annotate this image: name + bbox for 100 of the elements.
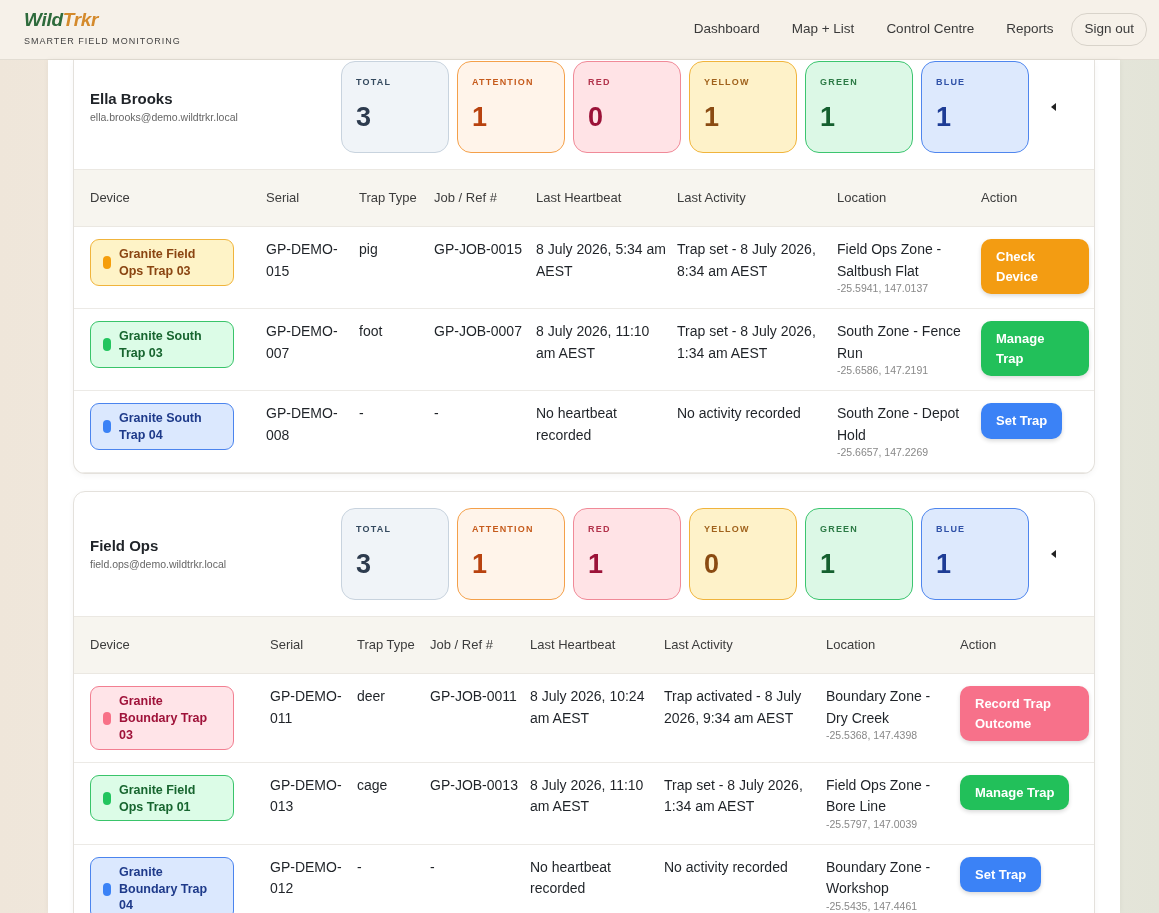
coordinates-text: -25.5435, 147.4461: [826, 900, 919, 913]
table-cell: GP-DEMO-015: [266, 226, 359, 309]
table-cell: Trap set - 8 July 2026, 1:34 am AEST: [664, 762, 826, 845]
stat-value: 1: [472, 550, 489, 578]
group-email: field.ops@demo.wildtrkr.local: [90, 557, 227, 573]
column-header: Device: [74, 616, 270, 674]
table-cell: No activity recorded: [677, 390, 837, 473]
table-cell: Trap set - 8 July 2026, 1:34 am AEST: [677, 308, 837, 391]
location-text: Boundary Zone - Dry Creek: [826, 687, 932, 728]
column-header: Action: [981, 169, 1094, 227]
table-cell: No activity recorded: [664, 844, 826, 913]
nav-link[interactable]: Control Centre: [870, 13, 991, 46]
stat-value: 3: [356, 103, 373, 131]
nav-link[interactable]: Reports: [990, 13, 1070, 46]
stat-label: RED: [588, 523, 612, 537]
table-cell: deer: [357, 673, 430, 763]
logo[interactable]: WildTrkr: [24, 10, 181, 30]
column-header: Last Activity: [677, 169, 837, 227]
device-tag[interactable]: Granite Field Ops Trap 01: [90, 774, 234, 822]
device-tag[interactable]: Granite Field Ops Trap 03: [90, 239, 234, 286]
table-cell: GP-JOB-0011: [430, 673, 530, 763]
nav-link[interactable]: Dashboard: [677, 13, 776, 46]
coordinates-text: -25.5797, 147.0039: [826, 818, 919, 832]
stat-value: 1: [588, 550, 605, 578]
stat-value: 1: [472, 103, 489, 131]
coordinates-text: -25.6586, 147.2191: [837, 364, 930, 379]
table-cell: -: [430, 844, 530, 913]
device-tag[interactable]: Granite Boundary Trap 03: [90, 686, 234, 750]
device-tag[interactable]: Granite South Trap 04: [90, 403, 234, 450]
group-name: Ella Brooks: [90, 88, 174, 109]
stat-value: 0: [588, 103, 605, 131]
action-button[interactable]: Set Trap: [960, 856, 1042, 893]
stat-value: 1: [820, 550, 837, 578]
group-name: Field Ops: [90, 535, 160, 556]
coordinates-text: -25.6657, 147.2269: [837, 446, 930, 461]
group-email: ella.brooks@demo.wildtrkr.local: [90, 110, 238, 126]
location-text: Field Ops Zone - Saltbush Flat: [837, 240, 943, 281]
table-cell: -: [434, 390, 536, 473]
coordinates-text: -25.5941, 147.0137: [837, 282, 930, 296]
table-cell: Trap activated - 8 July 2026, 9:34 am AEST: [664, 673, 826, 763]
table-cell: 8 July 2026, 11:10 am AEST: [530, 762, 664, 845]
stat-value: 1: [704, 103, 721, 131]
column-header: Location: [826, 616, 960, 674]
table-cell: 8 July 2026, 5:34 am AEST: [536, 226, 677, 309]
caret-icon[interactable]: [1051, 550, 1056, 559]
column-header: Job / Ref #: [434, 169, 536, 227]
device-tag[interactable]: Granite Boundary Trap 04: [90, 856, 234, 913]
column-header: Last Activity: [664, 616, 826, 674]
stat-label: BLUE: [936, 523, 967, 537]
column-header: Last Heartbeat: [530, 616, 664, 674]
stat-label: BLUE: [936, 76, 967, 89]
table-cell: GP-JOB-0007: [434, 308, 536, 391]
location-text: South Zone - Depot Hold: [837, 404, 961, 445]
stat-value: 1: [936, 550, 953, 578]
column-header: Trap Type: [359, 169, 434, 227]
stat-value: 3: [356, 550, 373, 578]
action-button[interactable]: Set Trap: [981, 403, 1063, 439]
column-header: Job / Ref #: [430, 616, 530, 674]
location-text: South Zone - Fence Run: [837, 322, 962, 363]
table-cell: -: [357, 844, 430, 913]
stat-label: YELLOW: [704, 76, 751, 89]
stat-label: TOTAL: [356, 523, 393, 537]
table-cell: GP-DEMO-008: [266, 390, 359, 473]
column-header: Action: [960, 616, 1094, 674]
table-cell: GP-DEMO-012: [270, 844, 357, 913]
stat-value: 1: [936, 103, 953, 131]
table-cell: 8 July 2026, 11:10 am AEST: [536, 308, 677, 391]
column-header: Serial: [266, 169, 359, 227]
stat-value: 0: [704, 550, 721, 578]
column-header: Trap Type: [357, 616, 430, 674]
device-tag[interactable]: Granite South Trap 03: [90, 321, 234, 368]
stat-label: RED: [588, 76, 612, 89]
stat-label: ATTENTION: [472, 76, 535, 89]
table-cell: foot: [359, 308, 434, 391]
table-cell: cage: [357, 762, 430, 845]
nav-link[interactable]: Map + List: [775, 13, 871, 46]
column-header: Device: [74, 169, 266, 227]
location-text: Field Ops Zone - Bore Line: [826, 775, 932, 817]
location-text: Boundary Zone - Workshop: [826, 857, 932, 899]
stat-label: GREEN: [820, 76, 859, 89]
tagline: SMARTER FIELD MONITORING: [24, 35, 181, 49]
stat-label: GREEN: [820, 523, 859, 537]
sign-out-button[interactable]: Sign out: [1071, 13, 1147, 46]
table-cell: GP-DEMO-013: [270, 762, 357, 845]
column-header: Location: [837, 169, 981, 227]
column-header: Serial: [270, 616, 357, 674]
table-cell: GP-JOB-0015: [434, 226, 536, 309]
table-cell: 8 July 2026, 10:24 am AEST: [530, 673, 664, 763]
column-header: Last Heartbeat: [536, 169, 677, 227]
table-cell: -: [359, 390, 434, 473]
caret-icon[interactable]: [1051, 103, 1056, 111]
table-cell: GP-JOB-0013: [430, 762, 530, 845]
table-cell: No heartbeat recorded: [530, 844, 664, 913]
table-cell: GP-DEMO-011: [270, 673, 357, 763]
table-cell: GP-DEMO-007: [266, 308, 359, 391]
stat-value: 1: [820, 103, 837, 131]
stat-label: YELLOW: [704, 523, 751, 537]
table-cell: pig: [359, 226, 434, 309]
stat-label: ATTENTION: [472, 523, 535, 537]
table-cell: No heartbeat recorded: [536, 390, 677, 473]
